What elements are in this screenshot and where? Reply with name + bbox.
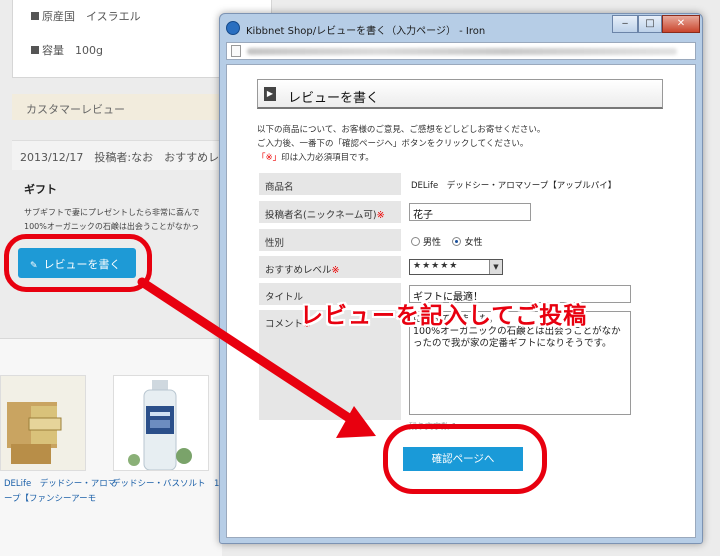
rating-select[interactable]: ★★★★★ ▼ <box>409 259 503 275</box>
chevron-down-icon: ▼ <box>489 260 502 274</box>
window-title: Kibbnet Shop/レビューを書く（入力ページ） - Iron <box>246 26 486 37</box>
annotation-callout: レビューを記入してご投稿 <box>300 303 588 329</box>
browser-app-icon <box>226 21 240 35</box>
write-review-label: レビューを書く <box>43 258 121 271</box>
product-name-label: 商品名 <box>259 173 401 195</box>
page-icon <box>231 45 241 57</box>
highlight-ring-confirm-button <box>383 424 547 494</box>
product-name-bath-salt[interactable]: デッドシー・バスソルト 1k <box>112 477 224 492</box>
review-title: ギフト <box>24 183 57 196</box>
write-review-button[interactable]: ✎ レビューを書く <box>18 248 136 278</box>
pencil-icon: ✎ <box>30 261 38 271</box>
product-name-soap[interactable]: DELife デッドシー・アロマ ープ【ファンシーアーモ <box>4 477 116 507</box>
spec-value: 100g <box>75 44 103 57</box>
spec-value: イスラエル <box>86 10 141 23</box>
bullet-square-icon <box>31 12 39 20</box>
bullet-square-icon <box>31 46 39 54</box>
required-mark: ※ <box>376 210 385 221</box>
product-name-value: DELife デッドシー・アロマソープ【アップルパイ】 <box>411 181 617 191</box>
window-titlebar[interactable]: Kibbnet Shop/レビューを書く（入力ページ） - Iron ‒ □ ✕ <box>220 14 702 42</box>
product-image-soap[interactable] <box>0 375 86 471</box>
gender-label: 性別 <box>259 229 401 251</box>
minimize-button[interactable]: ‒ <box>612 15 638 33</box>
nickname-label-text: 投稿者名(ニックネーム可) <box>265 210 377 221</box>
rating-select-value: ★★★★★ <box>413 261 459 271</box>
close-button[interactable]: ✕ <box>662 15 700 33</box>
gender-male-radio[interactable] <box>411 237 420 246</box>
product-image-bath-salt[interactable] <box>113 375 209 471</box>
heading-arrow-icon: ▶ <box>264 87 276 101</box>
gender-radio-group: 男性 女性 <box>411 235 482 248</box>
rating-label-text: おすすめレベル <box>265 265 332 276</box>
gender-male-label: 男性 <box>423 238 442 248</box>
nickname-label: 投稿者名(ニックネーム可)※ <box>259 201 401 223</box>
required-note-text: 印は入力必須項目です。 <box>281 153 374 163</box>
intro-line: 以下の商品について、お客様のご意見、ご感想をどしどしお寄せください。 <box>257 125 546 135</box>
gender-female-radio[interactable] <box>452 237 462 246</box>
spec-capacity: 容量 100g <box>31 42 103 58</box>
required-mark: 「※」 <box>257 153 282 163</box>
spec-label: 原産国 <box>42 10 75 23</box>
product-name-line: DELife デッドシー・アロマ <box>4 479 117 489</box>
spec-origin: 原産国 イスラエル <box>31 8 141 24</box>
product-name-line: デッドシー・バスソルト 1k <box>112 479 225 489</box>
address-bar[interactable] <box>226 42 696 60</box>
review-heading-box: ▶ レビューを書く <box>257 79 663 109</box>
intro-line: ご入力後、一番下の「確認ページへ」ボタンをクリックしてください。 <box>257 139 529 149</box>
spec-label: 容量 <box>42 44 64 57</box>
required-mark: ※ <box>331 265 340 276</box>
maximize-button[interactable]: □ <box>638 15 662 33</box>
required-note: 「※」印は入力必須項目です。 <box>257 151 545 165</box>
rating-label: おすすめレベル※ <box>259 256 401 278</box>
related-products: DELife デッドシー・アロマ ープ【ファンシーアーモ デッドシー・バスソルト… <box>0 339 224 556</box>
gender-female-label: 女性 <box>464 238 483 248</box>
blurred-url <box>247 48 677 55</box>
nickname-input[interactable]: 花子 <box>409 203 531 221</box>
review-heading: レビューを書く <box>288 91 380 106</box>
comment-label-text: コメント <box>265 319 304 330</box>
intro-text: 以下の商品について、お客様のご意見、ご感想をどしどしお寄せください。 ご入力後、… <box>257 123 545 165</box>
product-name-line: ープ【ファンシーアーモ <box>4 494 97 504</box>
